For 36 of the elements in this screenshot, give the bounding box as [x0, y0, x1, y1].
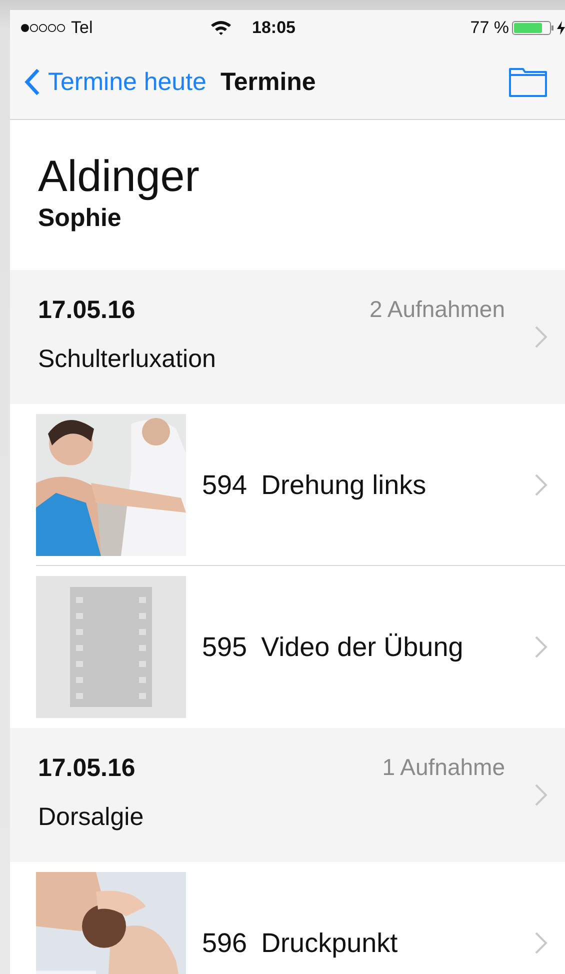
session-date: 17.05.16 [38, 754, 136, 783]
battery-text: 77 % [470, 18, 509, 38]
charging-icon [557, 20, 565, 34]
folder-icon [509, 67, 547, 97]
recording-row[interactable]: 595 Video der Übung [10, 566, 565, 728]
diagnosis-text: Dorsalgie [38, 803, 145, 832]
time-text: 18:05 [252, 18, 296, 38]
film-strip-icon [70, 587, 152, 707]
chevron-icon [535, 474, 547, 496]
wifi-icon [210, 20, 232, 36]
chevron-icon [535, 326, 547, 348]
nav-title: Termine [220, 68, 316, 96]
recording-count: 2 Aufnahmen [369, 296, 505, 324]
patient-last-name: Aldinger [38, 152, 200, 202]
folder-button[interactable] [509, 67, 547, 97]
carrier-text: Tel [71, 18, 93, 38]
chevron-icon [535, 932, 547, 954]
session-date: 17.05.16 [38, 296, 136, 325]
recording-number: 595 [202, 632, 248, 662]
recording-title: Drehung links [261, 470, 428, 500]
recording-row[interactable]: 596 Druckpunkt [10, 862, 565, 974]
recording-number: 596 [202, 928, 248, 958]
recording-title: Druckpunkt [261, 928, 399, 958]
chevron-icon [535, 636, 547, 658]
recording-title: Video der Übung [261, 632, 464, 662]
session-header[interactable]: 17.05.16 1 Aufnahme Dorsalgie [10, 728, 565, 862]
recording-count: 1 Aufnahme [382, 754, 505, 782]
session-header[interactable]: 17.05.16 2 Aufnahmen Schulterluxation [10, 270, 565, 404]
recording-number: 594 [202, 470, 248, 500]
diagnosis-text: Schulterluxation [38, 345, 217, 374]
battery-icon [512, 20, 554, 36]
signal-icon [20, 22, 66, 32]
patient-first-name: Sophie [38, 204, 122, 233]
chevron-icon [535, 784, 547, 806]
back-chevron-icon [24, 68, 40, 96]
recording-row[interactable]: 594 Drehung links [10, 404, 565, 566]
